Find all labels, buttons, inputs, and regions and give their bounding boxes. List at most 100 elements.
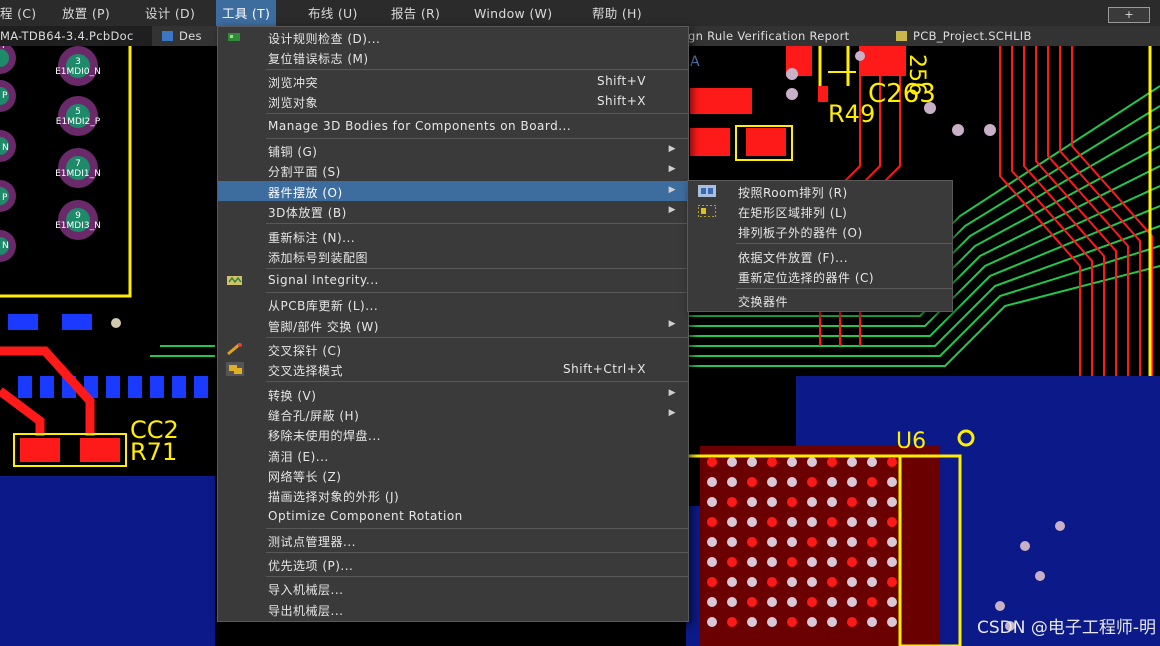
menu-item-preferences[interactable]: 优先选项 (P)... xyxy=(218,554,688,574)
menu-item-label: 排列板子外的器件 (O) xyxy=(738,226,863,240)
bga-ball xyxy=(867,517,877,527)
bga-ball xyxy=(787,577,797,587)
tab-rule-report[interactable]: gn Rule Verification Report xyxy=(688,26,893,46)
menu-item-via-stitching[interactable]: 缝合孔/屏蔽 (H) ▶ xyxy=(218,404,688,424)
bga-ball xyxy=(807,517,817,527)
bga-ball xyxy=(887,617,897,627)
placement-submenu: 按照Room排列 (R) 在矩形区域排列 (L) 排列板子外的器件 (O) 依据… xyxy=(687,180,953,312)
menu-item-outline-selected[interactable]: 描画选择对象的外形 (J) xyxy=(218,485,688,505)
bga-ball xyxy=(707,557,717,567)
menu-project[interactable]: 程 (C) xyxy=(0,0,36,26)
submenu-item-arrange-outside-board[interactable]: 排列板子外的器件 (O) xyxy=(688,221,952,241)
menu-route[interactable]: 布线 (U) xyxy=(308,0,358,26)
menu-item-update-from-pcb-lib[interactable]: 从PCB库更新 (L)... xyxy=(218,294,688,314)
bga-ball xyxy=(747,477,757,487)
menu-bar: 程 (C) 放置 (P) 设计 (D) 工具 (T) 布线 (U) 报告 (R)… xyxy=(0,0,1160,27)
menu-help[interactable]: 帮助 (H) xyxy=(592,0,642,26)
tab-des[interactable]: Des xyxy=(162,26,216,46)
bga-ball xyxy=(827,477,837,487)
menu-item-teardrops[interactable]: 滴泪 (E)... xyxy=(218,445,688,465)
menu-item-label: 滴泪 (E)... xyxy=(268,450,329,464)
bga-ball xyxy=(747,597,757,607)
tab-label: PCB_Project.SCHLIB xyxy=(913,29,1032,43)
menu-window[interactable]: Window (W) xyxy=(474,0,552,26)
submenu-item-reposition-selected[interactable]: 重新定位选择的器件 (C) xyxy=(688,266,952,286)
menu-item-label: Optimize Component Rotation xyxy=(268,509,463,523)
label-r71: R71 xyxy=(130,438,177,466)
menu-item-equalize-net-lengths[interactable]: 网络等长 (Z) xyxy=(218,465,688,485)
menu-item-label: 转换 (V) xyxy=(268,389,317,403)
menu-item-label: 浏览对象 xyxy=(268,96,319,110)
bga-ball xyxy=(707,577,717,587)
menu-item-testpoint-manager[interactable]: 测试点管理器... xyxy=(218,530,688,550)
menu-item-export-mech-layers[interactable]: 导出机械层... xyxy=(218,599,688,619)
tab-schlib[interactable]: PCB_Project.SCHLIB xyxy=(896,26,1066,46)
bga-ball xyxy=(867,457,877,467)
bga-ball xyxy=(767,477,777,487)
submenu-item-swap-components[interactable]: 交换器件 xyxy=(688,290,952,310)
bga-ball xyxy=(727,577,737,587)
shortcut-label: Shift+X xyxy=(596,94,646,108)
window-button[interactable]: + xyxy=(1108,7,1150,23)
pad-number: 9 xyxy=(75,211,81,221)
menu-item-cross-select-mode[interactable]: 交叉选择模式 Shift+Ctrl+X xyxy=(218,359,688,379)
menu-item-label: Manage 3D Bodies for Components on Board… xyxy=(268,119,572,133)
menu-item-optimize-rotation[interactable]: Optimize Component Rotation xyxy=(218,506,688,526)
bga-ball xyxy=(807,497,817,507)
bga-ball xyxy=(847,497,857,507)
bga-ball xyxy=(807,597,817,607)
bga-ball xyxy=(767,537,777,547)
menu-item-browse-violations[interactable]: 浏览冲突 Shift+V xyxy=(218,71,688,91)
bga-ball xyxy=(707,617,717,627)
submenu-item-arrange-within-rect[interactable]: 在矩形区域排列 (L) xyxy=(688,201,952,221)
menu-item-convert[interactable]: 转换 (V) ▶ xyxy=(218,384,688,404)
menu-item-drc[interactable]: 设计规则检查 (D)... xyxy=(218,27,688,47)
menu-item-polygon-pours[interactable]: 铺铜 (G) ▶ xyxy=(218,140,688,160)
menu-design[interactable]: 设计 (D) xyxy=(145,0,195,26)
menu-item-cross-probe[interactable]: 交叉探针 (C) xyxy=(218,339,688,359)
net-label: N xyxy=(2,143,9,153)
bga-ball xyxy=(707,537,717,547)
menu-reports[interactable]: 报告 (R) xyxy=(391,0,440,26)
menu-item-pin-part-swap[interactable]: 管脚/部件 交换 (W) ▶ xyxy=(218,315,688,335)
cross-probe-icon xyxy=(226,342,244,356)
menu-item-label: 管脚/部件 交换 (W) xyxy=(268,320,379,334)
menu-item-label: 优先选项 (P)... xyxy=(268,559,354,573)
submenu-item-place-from-file[interactable]: 依据文件放置 (F)... xyxy=(688,246,952,266)
bga-ball xyxy=(707,597,717,607)
menu-tools[interactable]: 工具 (T) xyxy=(216,0,277,26)
bga-ball xyxy=(747,457,757,467)
menu-item-signal-integrity[interactable]: Signal Integrity... xyxy=(218,270,688,290)
bga-ball xyxy=(807,617,817,627)
menu-item-import-mech-layers[interactable]: 导入机械层... xyxy=(218,578,688,598)
bga-ball xyxy=(807,537,817,547)
net-label: P xyxy=(2,193,8,203)
menu-item-label: 分割平面 (S) xyxy=(268,165,341,179)
bga-ball xyxy=(787,457,797,467)
menu-item-remove-unused-pads[interactable]: 移除未使用的焊盘... xyxy=(218,424,688,444)
menu-item-manage-3d-bodies[interactable]: Manage 3D Bodies for Components on Board… xyxy=(218,116,688,136)
pad-number: 5 xyxy=(75,107,81,117)
menu-place[interactable]: 放置 (P) xyxy=(62,0,110,26)
bga-ball xyxy=(727,557,737,567)
menu-item-split-planes[interactable]: 分割平面 (S) ▶ xyxy=(218,160,688,180)
bga-ball xyxy=(867,577,877,587)
menu-item-label: 浏览冲突 xyxy=(268,76,319,90)
tab-pcbdoc[interactable]: MA-TDB64-3.4.PcbDoc xyxy=(0,26,152,46)
menu-item-add-designators[interactable]: 添加标号到装配图 xyxy=(218,246,688,266)
menu-item-component-placement[interactable]: 器件摆放 (O) ▶ xyxy=(218,181,688,201)
bga-ball xyxy=(847,537,857,547)
menu-item-3d-body-placement[interactable]: 3D体放置 (B) ▶ xyxy=(218,201,688,221)
menu-item-reset-errors[interactable]: 复位错误标志 (M) xyxy=(218,47,688,67)
bga-ball xyxy=(887,557,897,567)
bga-ball xyxy=(867,597,877,607)
bga-ball xyxy=(887,497,897,507)
submenu-item-arrange-within-room[interactable]: 按照Room排列 (R) xyxy=(688,181,952,201)
bga-ball xyxy=(707,497,717,507)
label-a: A xyxy=(690,54,700,70)
bga-ball xyxy=(787,517,797,527)
menu-item-reannotate[interactable]: 重新标注 (N)... xyxy=(218,226,688,246)
chevron-right-icon: ▶ xyxy=(668,144,676,154)
menu-item-label: 移除未使用的焊盘... xyxy=(268,429,381,443)
menu-item-browse-objects[interactable]: 浏览对象 Shift+X xyxy=(218,91,688,111)
